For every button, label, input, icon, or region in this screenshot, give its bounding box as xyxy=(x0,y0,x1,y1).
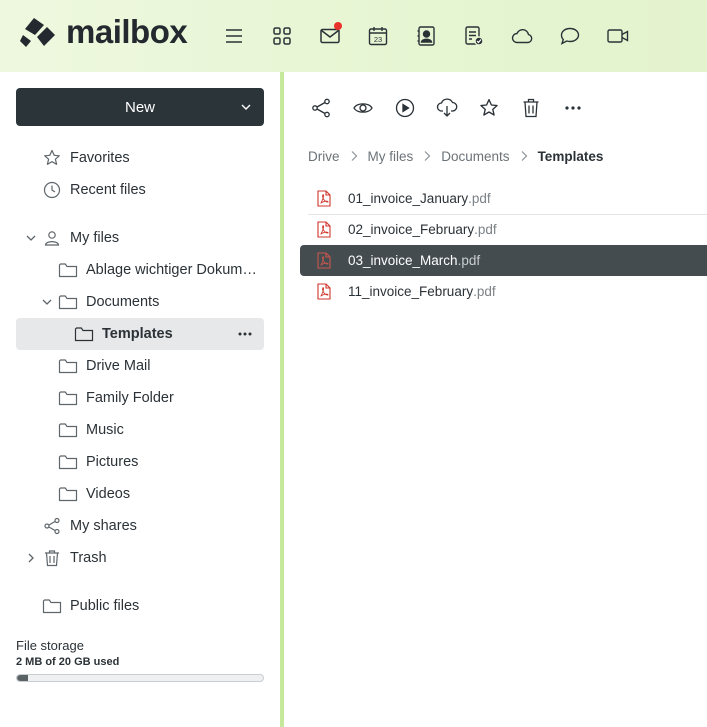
sidebar-item-drive-mail[interactable]: Drive Mail xyxy=(58,350,150,382)
breadcrumb-current: Templates xyxy=(537,148,604,164)
folder-icon xyxy=(42,596,62,616)
chevron-down-icon[interactable] xyxy=(240,100,252,117)
chevron-right-icon xyxy=(520,150,528,162)
folder-icon xyxy=(58,260,78,280)
delete-trash-icon[interactable] xyxy=(519,96,543,120)
folder-more-icon[interactable] xyxy=(232,326,258,342)
file-extension: .pdf xyxy=(473,284,496,299)
file-row[interactable]: 02_invoice_February .pdf xyxy=(300,214,707,245)
preview-eye-icon[interactable] xyxy=(351,96,375,120)
chevron-down-icon[interactable] xyxy=(40,295,54,309)
file-row[interactable]: 11_invoice_February .pdf xyxy=(300,276,707,307)
sidebar-item-music[interactable]: Music xyxy=(58,414,124,446)
breadcrumb-item-documents[interactable]: Documents xyxy=(441,149,509,164)
storage-progress-bar xyxy=(16,674,264,682)
menu-icon[interactable] xyxy=(222,24,246,48)
sidebar-item-family-folder[interactable]: Family Folder xyxy=(58,382,174,414)
file-row-selected[interactable]: 03_invoice_March .pdf xyxy=(300,245,707,276)
file-extension: .pdf xyxy=(468,191,491,206)
file-name: 11_invoice_February xyxy=(348,284,474,299)
file-row[interactable]: 01_invoice_January .pdf xyxy=(300,183,707,214)
sidebar-item-templates[interactable]: Templates xyxy=(74,318,173,350)
download-cloud-icon[interactable] xyxy=(435,96,459,120)
pdf-file-icon xyxy=(316,283,332,301)
play-icon[interactable] xyxy=(393,96,417,120)
user-icon xyxy=(42,228,62,248)
storage-used-text: 2 MB of 20 GB used xyxy=(16,656,120,668)
share-icon xyxy=(42,516,62,536)
file-list-pane: Drive My files Documents Templates 01_in… xyxy=(284,72,707,727)
chevron-right-icon[interactable] xyxy=(24,551,38,565)
trash-icon xyxy=(42,548,62,568)
sidebar-item-my-shares[interactable]: My shares xyxy=(42,510,137,542)
storage-progress-fill xyxy=(17,675,29,681)
pdf-file-icon xyxy=(316,221,332,239)
sidebar-item-documents[interactable]: Documents xyxy=(58,286,159,318)
calendar-icon[interactable]: 23 xyxy=(366,24,390,48)
mail-icon[interactable] xyxy=(318,22,342,48)
sidebar-item-recent-files[interactable]: Recent files xyxy=(42,174,146,206)
sidebar-item-pictures[interactable]: Pictures xyxy=(58,446,138,478)
file-name: 02_invoice_February xyxy=(348,222,475,237)
sidebar-item-ablage[interactable]: Ablage wichtiger Dokumente xyxy=(58,254,264,286)
file-name: 01_invoice_January xyxy=(348,191,469,206)
logo-mark-icon xyxy=(20,18,55,47)
chevron-down-icon[interactable] xyxy=(24,231,38,245)
app-header: mailbox 23 xyxy=(0,0,707,72)
sidebar: New Favorites Recent files My files Abla… xyxy=(0,72,280,727)
cloud-icon[interactable] xyxy=(510,24,534,48)
tasks-icon[interactable] xyxy=(462,24,486,48)
folder-icon xyxy=(58,292,78,312)
file-extension: .pdf xyxy=(474,222,497,237)
share-icon[interactable] xyxy=(309,96,333,120)
contacts-icon[interactable] xyxy=(414,24,438,48)
breadcrumb: Drive My files Documents Templates xyxy=(308,148,603,164)
logo-text: mailbox xyxy=(66,13,188,50)
folder-icon xyxy=(58,484,78,504)
breadcrumb-item-drive[interactable]: Drive xyxy=(308,149,340,164)
mailbox-logo[interactable]: mailbox xyxy=(20,13,188,51)
clock-icon xyxy=(42,180,62,200)
new-button[interactable]: New xyxy=(16,88,264,126)
new-button-label: New xyxy=(124,98,155,116)
calendar-day: 23 xyxy=(374,35,382,44)
sidebar-item-videos[interactable]: Videos xyxy=(58,478,130,510)
sidebar-item-public-files[interactable]: Public files xyxy=(42,590,139,622)
chat-icon[interactable] xyxy=(558,24,582,48)
video-icon[interactable] xyxy=(606,24,630,48)
star-icon xyxy=(42,148,62,168)
file-extension: .pdf xyxy=(457,253,481,268)
folder-icon xyxy=(74,324,94,344)
chevron-right-icon xyxy=(350,150,358,162)
folder-icon xyxy=(58,356,78,376)
apps-grid-icon[interactable] xyxy=(270,24,294,48)
more-icon[interactable] xyxy=(561,96,585,120)
sidebar-item-favorites[interactable]: Favorites xyxy=(42,142,130,174)
unread-badge xyxy=(334,22,342,30)
file-name: 03_invoice_March xyxy=(348,253,458,268)
folder-icon xyxy=(58,452,78,472)
pdf-file-icon xyxy=(316,190,332,208)
sidebar-item-my-files[interactable]: My files xyxy=(42,222,119,254)
sidebar-item-trash[interactable]: Trash xyxy=(42,542,107,574)
chevron-right-icon xyxy=(423,150,431,162)
breadcrumb-item-my-files[interactable]: My files xyxy=(368,149,414,164)
favorite-star-icon[interactable] xyxy=(477,96,501,120)
pdf-file-icon xyxy=(316,252,332,270)
folder-icon xyxy=(58,388,78,408)
storage-title: File storage xyxy=(16,638,84,653)
folder-icon xyxy=(58,420,78,440)
